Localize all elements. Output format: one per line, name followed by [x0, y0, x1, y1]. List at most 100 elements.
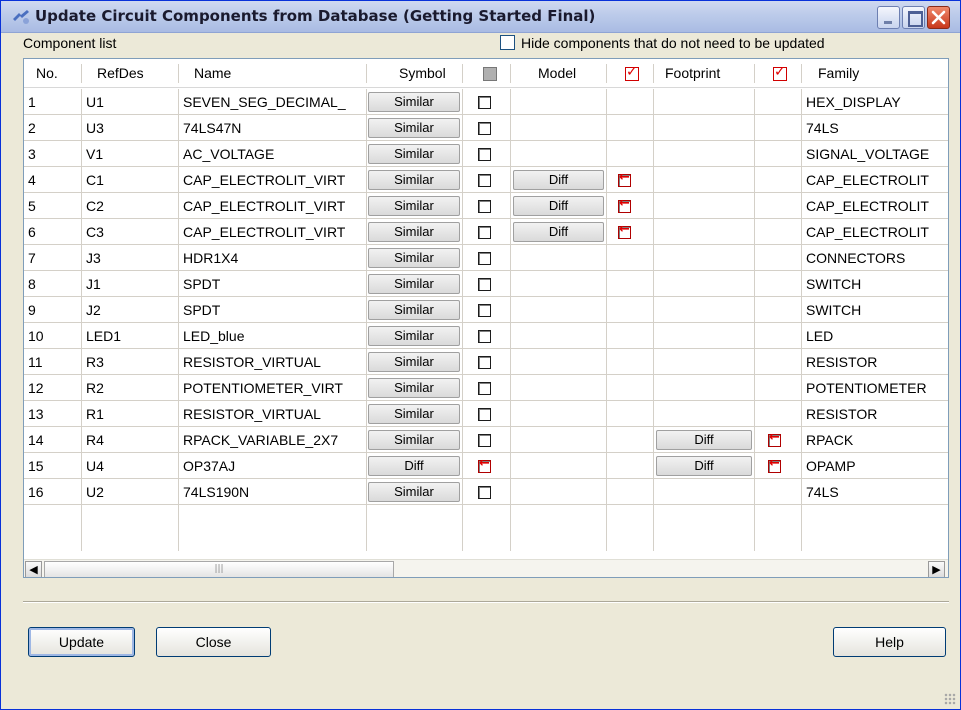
symbol-compare-button[interactable]: Similar [368, 378, 460, 398]
symbol-compare-button[interactable]: Similar [368, 482, 460, 502]
table-row[interactable]: 13 R1 RESISTOR_VIRTUAL Similar RESISTOR [24, 401, 948, 427]
header-separator[interactable] [81, 64, 82, 83]
header-separator[interactable] [366, 64, 367, 83]
symbol-compare-button[interactable]: Similar [368, 248, 460, 268]
symbol-compare-button[interactable]: Similar [368, 118, 460, 138]
header-separator[interactable] [754, 64, 755, 83]
table-row[interactable]: 8 J1 SPDT Similar SWITCH [24, 271, 948, 297]
col-header-family[interactable]: Family [818, 59, 938, 88]
close-window-button[interactable] [927, 6, 950, 29]
horizontal-scrollbar[interactable]: ◀ ||| ▶ [24, 559, 948, 577]
symbol-compare-button[interactable]: Similar [368, 144, 460, 164]
symbol-update-checkbox[interactable] [478, 304, 491, 317]
symbol-update-checkbox[interactable] [478, 96, 491, 109]
symbol-update-checkbox[interactable] [478, 356, 491, 369]
hide-components-checkbox[interactable] [500, 35, 515, 50]
cell-no: 12 [28, 380, 44, 396]
table-row[interactable]: 5 C2 CAP_ELECTROLIT_VIRT Similar Diff CAP_ELE… [24, 193, 948, 219]
header-separator[interactable] [606, 64, 607, 83]
table-row[interactable]: 9 J2 SPDT Similar SWITCH [24, 297, 948, 323]
scroll-right-button[interactable]: ▶ [928, 561, 945, 577]
symbol-select-all-checkbox[interactable] [483, 67, 497, 81]
footprint-select-all-checkbox[interactable] [773, 64, 787, 81]
footprint-update-checkbox[interactable] [768, 430, 781, 447]
component-grid[interactable]: No. RefDes Name Symbol Model Footprint F… [23, 58, 949, 578]
footprint-compare-button[interactable]: Diff [656, 430, 752, 450]
symbol-update-checkbox[interactable] [478, 148, 491, 161]
table-row[interactable]: 4 C1 CAP_ELECTROLIT_VIRT Similar Diff CAP_ELE… [24, 167, 948, 193]
symbol-compare-button[interactable]: Similar [368, 92, 460, 112]
model-compare-button[interactable]: Diff [513, 196, 604, 216]
symbol-compare-button[interactable]: Diff [368, 456, 460, 476]
title-bar[interactable]: Update Circuit Components from Database … [1, 1, 960, 33]
update-button[interactable]: Update [28, 627, 135, 657]
symbol-update-checkbox[interactable] [478, 434, 491, 447]
table-row[interactable]: 3 V1 AC_VOLTAGE Similar SIGNAL_VOLTAGE [24, 141, 948, 167]
scroll-left-button[interactable]: ◀ [25, 561, 42, 577]
symbol-compare-button[interactable]: Similar [368, 404, 460, 424]
symbol-compare-button[interactable]: Similar [368, 274, 460, 294]
maximize-button[interactable] [902, 6, 925, 29]
header-separator[interactable] [510, 64, 511, 83]
model-update-checkbox[interactable] [618, 196, 631, 213]
table-row[interactable]: 11 R3 RESISTOR_VIRTUAL Similar RESISTOR [24, 349, 948, 375]
symbol-update-checkbox[interactable] [478, 174, 491, 187]
symbol-update-checkbox[interactable] [478, 456, 491, 473]
symbol-compare-button[interactable]: Similar [368, 352, 460, 372]
table-row[interactable]: 14 R4 RPACK_VARIABLE_2X7 Similar Diff RPACK [24, 427, 948, 453]
symbol-update-checkbox[interactable] [478, 330, 491, 343]
col-header-no[interactable]: No. [36, 59, 76, 88]
header-separator[interactable] [653, 64, 654, 83]
table-row[interactable]: 1 U1 SEVEN_SEG_DECIMAL_ Similar HEX_DISPLAY [24, 89, 948, 115]
model-select-all-checkbox[interactable] [625, 64, 639, 81]
col-header-name[interactable]: Name [194, 59, 364, 88]
resize-grip[interactable] [944, 693, 956, 705]
header-separator[interactable] [462, 64, 463, 83]
symbol-update-checkbox[interactable] [478, 486, 491, 499]
model-update-checkbox[interactable] [618, 170, 631, 187]
cell-no: 14 [28, 432, 44, 448]
model-compare-button[interactable]: Diff [513, 222, 604, 242]
table-row[interactable]: 15 U4 OP37AJ Diff Diff OPAMP [24, 453, 948, 479]
model-compare-button[interactable]: Diff [513, 170, 604, 190]
symbol-update-checkbox[interactable] [478, 252, 491, 265]
symbol-update-checkbox[interactable] [478, 200, 491, 213]
table-row[interactable]: 7 J3 HDR1X4 Similar CONNECTORS [24, 245, 948, 271]
symbol-update-checkbox[interactable] [478, 382, 491, 395]
cell-no: 9 [28, 302, 36, 318]
hide-components-label[interactable]: Hide components that do not need to be u… [521, 35, 825, 51]
col-header-model[interactable]: Model [538, 59, 598, 88]
model-update-checkbox[interactable] [618, 222, 631, 239]
symbol-compare-button[interactable]: Similar [368, 430, 460, 450]
table-row[interactable]: 2 U3 74LS47N Similar 74LS [24, 115, 948, 141]
symbol-compare-button[interactable]: Similar [368, 170, 460, 190]
cell-name: CAP_ELECTROLIT_VIRT [183, 198, 346, 214]
help-button[interactable]: Help [833, 627, 946, 657]
table-row[interactable]: 12 R2 POTENTIOMETER_VIRT Similar POTENTIOMET… [24, 375, 948, 401]
update-components-dialog: Update Circuit Components from Database … [0, 0, 961, 710]
symbol-update-checkbox[interactable] [478, 122, 491, 135]
symbol-compare-button[interactable]: Similar [368, 196, 460, 216]
table-row[interactable]: 10 LED1 LED_blue Similar LED [24, 323, 948, 349]
table-row[interactable]: 16 U2 74LS190N Similar 74LS [24, 479, 948, 505]
col-header-refdes[interactable]: RefDes [97, 59, 177, 88]
symbol-update-checkbox[interactable] [478, 278, 491, 291]
col-header-footprint[interactable]: Footprint [665, 59, 745, 88]
symbol-compare-button[interactable]: Similar [368, 222, 460, 242]
minimize-button[interactable] [877, 6, 900, 29]
table-row[interactable]: 6 C3 CAP_ELECTROLIT_VIRT Similar Diff CAP_ELE… [24, 219, 948, 245]
header-separator[interactable] [801, 64, 802, 83]
footprint-update-checkbox[interactable] [768, 456, 781, 473]
cell-no: 4 [28, 172, 36, 188]
header-separator[interactable] [178, 64, 179, 83]
footprint-compare-button[interactable]: Diff [656, 456, 752, 476]
symbol-compare-button[interactable]: Similar [368, 326, 460, 346]
cell-refdes: LED1 [86, 328, 122, 344]
close-button[interactable]: Close [156, 627, 271, 657]
cell-family: SWITCH [806, 302, 862, 318]
scroll-thumb[interactable]: ||| [44, 561, 394, 577]
symbol-update-checkbox[interactable] [478, 226, 491, 239]
col-header-symbol[interactable]: Symbol [399, 59, 459, 88]
symbol-compare-button[interactable]: Similar [368, 300, 460, 320]
symbol-update-checkbox[interactable] [478, 408, 491, 421]
